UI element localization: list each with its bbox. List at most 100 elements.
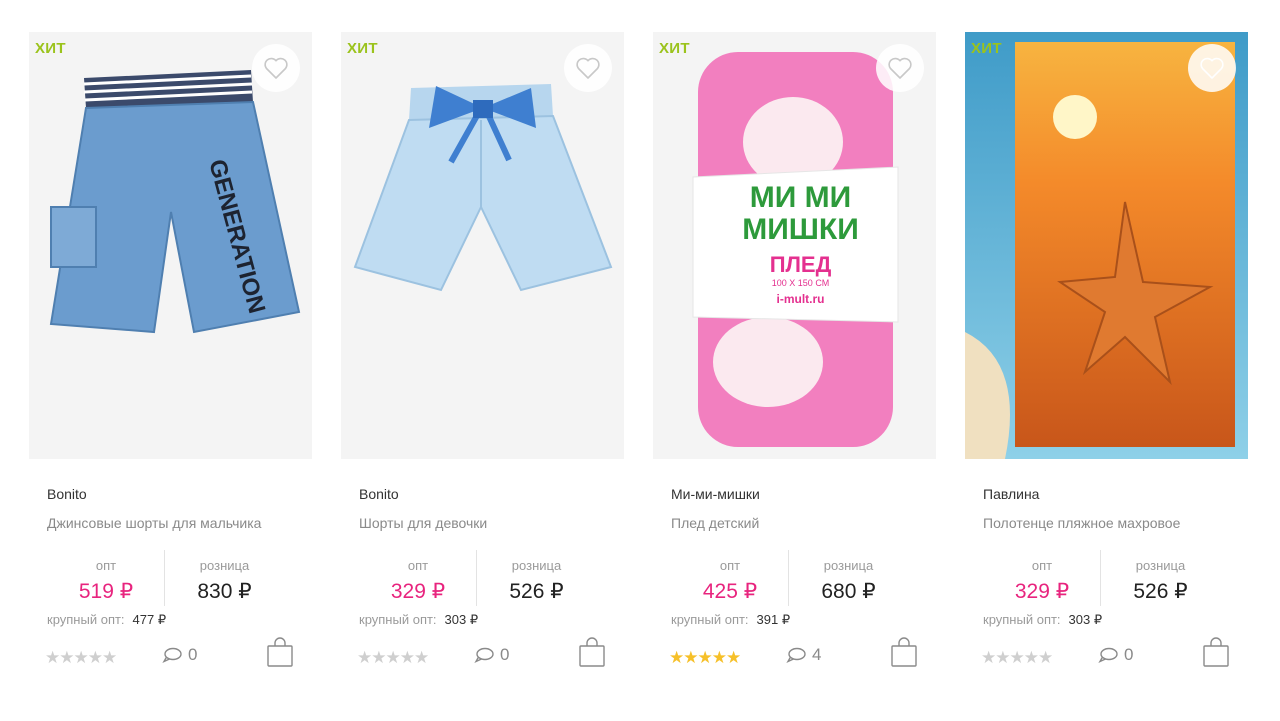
opt-label: опт	[719, 558, 741, 573]
star-icon: ★	[1038, 648, 1053, 667]
bulk-label: крупный опт:	[983, 612, 1061, 627]
favorite-button[interactable]	[1188, 44, 1236, 92]
opt-label: опт	[1031, 558, 1053, 573]
comment-icon	[786, 647, 806, 663]
product-brand[interactable]: Bonito	[359, 486, 399, 502]
bulk-label: крупный опт:	[47, 612, 125, 627]
rating-stars[interactable]: ★★★★★	[669, 648, 741, 668]
star-icon: ★	[45, 648, 60, 667]
package-line: МИШКИ	[742, 213, 859, 246]
star-icon: ★	[669, 648, 684, 667]
comments-link[interactable]: 0	[1098, 645, 1133, 665]
shopping-bag-icon[interactable]	[266, 636, 294, 668]
retail-price: 680 ₽	[821, 580, 876, 603]
rating-stars[interactable]: ★★★★★	[357, 648, 429, 668]
retail-price: 526 ₽	[1133, 580, 1188, 603]
product-image-box[interactable]: ХИТ	[341, 32, 624, 459]
retail-label: розница	[823, 558, 874, 573]
favorite-button[interactable]	[876, 44, 924, 92]
bulk-price: крупный опт: 391 ₽	[671, 612, 790, 628]
star-icon: ★	[59, 648, 74, 667]
girls-shorts-image	[341, 32, 624, 459]
card-footer: ★★★★★ 0	[965, 636, 1248, 676]
product-title[interactable]: Полотенце пляжное махровое	[983, 515, 1180, 531]
favorite-button[interactable]	[564, 44, 612, 92]
jeans-shorts-image: GENERATION	[29, 32, 312, 459]
retail-price: 830 ₽	[197, 580, 252, 603]
package-line: 100 X 150 СМ	[771, 278, 830, 288]
opt-label: опт	[95, 558, 117, 573]
star-icon: ★	[357, 648, 372, 667]
opt-price-col: опт 519 ₽	[46, 550, 166, 604]
beach-towel-image	[965, 32, 1248, 459]
opt-label: опт	[407, 558, 429, 573]
opt-price: 329 ₽	[1014, 580, 1070, 603]
comments-link[interactable]: 0	[162, 645, 197, 665]
price-block: опт 329 ₽ розница 526 ₽	[341, 550, 624, 612]
product-title[interactable]: Плед детский	[671, 515, 759, 531]
product-title[interactable]: Шорты для девочки	[359, 515, 487, 531]
favorite-button[interactable]	[252, 44, 300, 92]
bulk-label: крупный опт:	[359, 612, 437, 627]
heart-icon	[264, 57, 288, 79]
comments-link[interactable]: 0	[474, 645, 509, 665]
opt-price: 329 ₽	[390, 580, 446, 603]
opt-price: 519 ₽	[78, 580, 134, 603]
star-icon: ★	[995, 648, 1010, 667]
shopping-bag-icon[interactable]	[1202, 636, 1230, 668]
product-brand[interactable]: Ми-ми-мишки	[671, 486, 760, 502]
hit-badge: ХИТ	[971, 40, 1002, 57]
product-image-box[interactable]: ХИТ	[965, 32, 1248, 459]
price-block: опт 329 ₽ розница 526 ₽	[965, 550, 1248, 612]
shopping-bag-icon[interactable]	[890, 636, 918, 668]
rating-stars[interactable]: ★★★★★	[981, 648, 1053, 668]
star-icon: ★	[414, 648, 429, 667]
comments-count: 0	[1124, 645, 1134, 664]
bulk-price: крупный опт: 303 ₽	[983, 612, 1102, 628]
opt-price-col: опт 329 ₽	[982, 550, 1102, 604]
product-image-box[interactable]: ХИТ GENERATION	[29, 32, 312, 459]
star-icon: ★	[1023, 648, 1039, 667]
bulk-value: 391 ₽	[756, 612, 791, 627]
comment-icon	[1098, 647, 1118, 663]
retail-price-col: розница 526 ₽	[1100, 550, 1220, 606]
product-brand[interactable]: Bonito	[47, 486, 87, 502]
star-icon: ★	[683, 648, 698, 667]
star-icon: ★	[73, 648, 89, 667]
bulk-label: крупный опт:	[671, 612, 749, 627]
hit-badge: ХИТ	[347, 40, 378, 57]
price-block: опт 519 ₽ розница 830 ₽	[29, 550, 312, 612]
retail-label: розница	[199, 558, 250, 573]
bulk-value: 477 ₽	[132, 612, 167, 627]
star-icon: ★	[87, 648, 103, 667]
product-brand[interactable]: Павлина	[983, 486, 1039, 502]
rating-stars[interactable]: ★★★★★	[45, 648, 117, 668]
bulk-price: крупный опт: 477 ₽	[47, 612, 166, 628]
comment-icon	[162, 647, 182, 663]
card-footer: ★★★★★ 0	[341, 636, 624, 676]
package-line: i-mult.ru	[776, 292, 825, 306]
card-footer: ★★★★★ 0	[29, 636, 312, 676]
product-card[interactable]: ХИТ Bonito Шорты для девочки опт 329 ₽ р…	[341, 32, 624, 692]
comments-count: 0	[188, 645, 198, 664]
star-icon: ★	[102, 648, 117, 667]
product-title[interactable]: Джинсовые шорты для мальчика	[47, 515, 261, 531]
bulk-value: 303 ₽	[1068, 612, 1103, 627]
product-image-box[interactable]: ХИТ МИ МИ МИШКИ ПЛЕД 100 X 150 СМ i-mult…	[653, 32, 936, 459]
shopping-bag-icon[interactable]	[578, 636, 606, 668]
hit-badge: ХИТ	[35, 40, 66, 57]
comments-count: 0	[500, 645, 510, 664]
product-card[interactable]: ХИТ МИ МИ МИШКИ ПЛЕД 100 X 150 СМ i-mult…	[653, 32, 936, 692]
retail-price-col: розница 526 ₽	[476, 550, 596, 606]
product-card[interactable]: ХИТ Павлина Полотенце пляжное махровое о…	[965, 32, 1248, 692]
star-icon: ★	[711, 648, 727, 667]
blanket-label: МИ МИ МИШКИ ПЛЕД 100 X 150 СМ i-mult.ru	[708, 181, 893, 307]
star-icon: ★	[726, 648, 741, 667]
star-icon: ★	[399, 648, 415, 667]
package-line: МИ МИ	[749, 181, 852, 214]
heart-icon	[888, 57, 912, 79]
comments-link[interactable]: 4	[786, 645, 821, 665]
star-icon: ★	[371, 648, 386, 667]
product-card[interactable]: ХИТ GENERATION Bonito Джинсовые шорты дл…	[29, 32, 312, 692]
product-grid: ХИТ GENERATION Bonito Джинсовые шорты дл…	[0, 0, 1280, 721]
